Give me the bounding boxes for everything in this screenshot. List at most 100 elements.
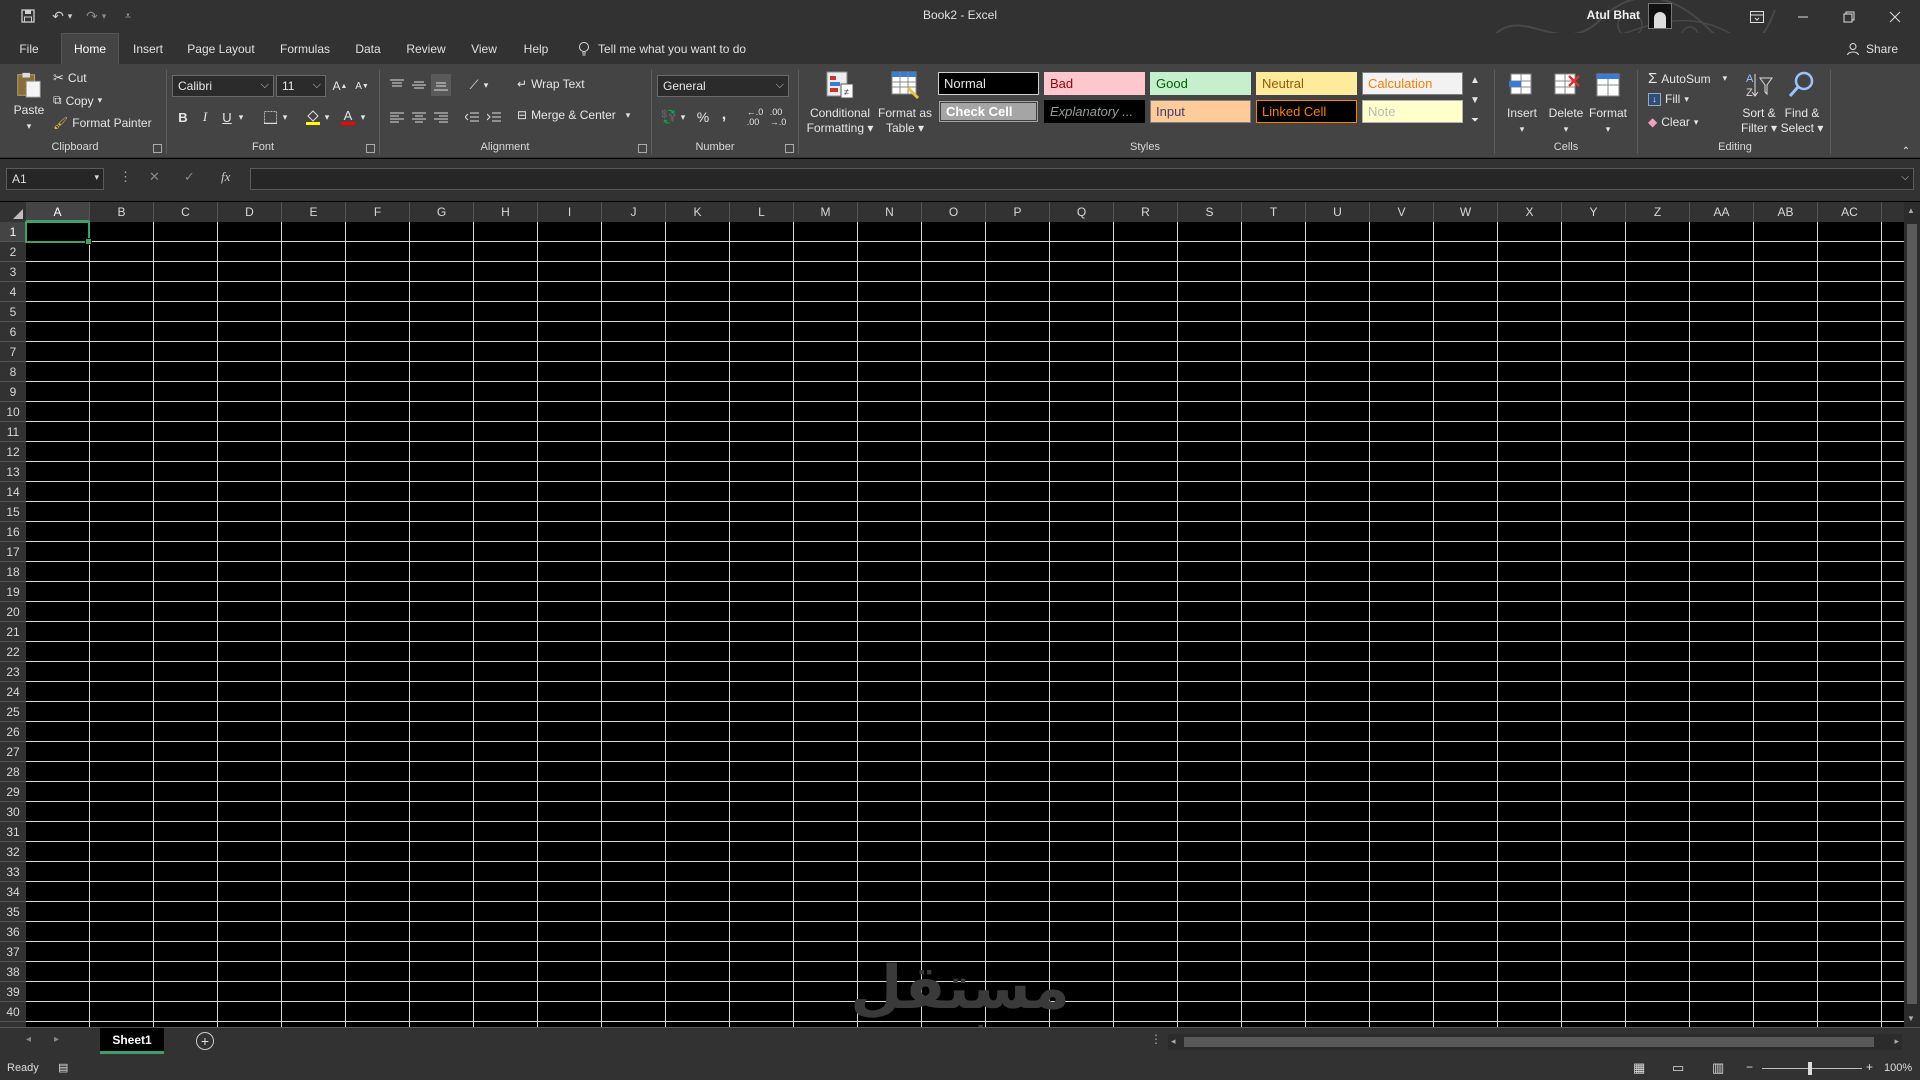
comma-style-button[interactable]: , <box>714 104 734 126</box>
row-header-38[interactable]: 38 <box>0 962 26 982</box>
cell-style-linked-cell[interactable]: Linked Cell <box>1256 100 1357 123</box>
column-header-y[interactable]: Y <box>1562 202 1626 222</box>
macro-record-icon[interactable]: ▤ <box>58 1061 68 1074</box>
row-header-9[interactable]: 9 <box>0 382 26 402</box>
row-header-32[interactable]: 32 <box>0 842 26 862</box>
format-as-table-button[interactable]: Format as Table ▾ <box>876 70 934 136</box>
font-color-dropdown-icon[interactable]: ▾ <box>358 106 368 128</box>
row-header-26[interactable]: 26 <box>0 722 26 742</box>
column-header-f[interactable]: F <box>346 202 410 222</box>
row-header-30[interactable]: 30 <box>0 802 26 822</box>
active-cell[interactable] <box>25 221 92 245</box>
tab-split-handle-icon[interactable]: ⋮ <box>1150 1032 1162 1046</box>
tab-help[interactable]: Help <box>518 33 554 64</box>
row-header-37[interactable]: 37 <box>0 942 26 962</box>
percent-style-button[interactable]: % <box>693 106 713 128</box>
scroll-left-icon[interactable]: ◂ <box>1171 1036 1176 1047</box>
font-size-select[interactable]: 11 ⌵ <box>276 75 326 97</box>
zoom-in-icon[interactable]: + <box>1866 1060 1873 1074</box>
column-header-p[interactable]: P <box>986 202 1050 222</box>
row-header-19[interactable]: 19 <box>0 582 26 602</box>
font-family-select[interactable]: Calibri ⌵ <box>172 75 274 97</box>
confirm-entry-icon[interactable]: ✓ <box>184 169 195 185</box>
avatar[interactable] <box>1648 3 1672 29</box>
column-header-l[interactable]: L <box>730 202 794 222</box>
row-header-35[interactable]: 35 <box>0 902 26 922</box>
column-header-w[interactable]: W <box>1434 202 1498 222</box>
column-header-g[interactable]: G <box>410 202 474 222</box>
number-launcher-icon[interactable] <box>785 144 794 153</box>
decrease-indent-icon[interactable] <box>462 106 482 128</box>
clear-button[interactable]: ◆ Clear ▾ <box>1648 115 1698 129</box>
column-header-t[interactable]: T <box>1242 202 1306 222</box>
column-header-aa[interactable]: AA <box>1690 202 1754 222</box>
row-header-1[interactable]: 1 <box>0 222 26 242</box>
row-header-29[interactable]: 29 <box>0 782 26 802</box>
italic-button[interactable]: I <box>195 106 215 128</box>
alignment-launcher-icon[interactable] <box>638 144 647 153</box>
fill-color-icon[interactable] <box>303 106 323 128</box>
decrease-font-icon[interactable]: A ▼ <box>352 75 372 97</box>
ribbon-display-options-icon[interactable] <box>1734 0 1780 33</box>
orientation-dropdown-icon[interactable]: ▾ <box>481 74 491 96</box>
format-painter-button[interactable]: 🖌 Format Painter <box>53 116 152 130</box>
share-button[interactable]: Share <box>1846 33 1898 64</box>
row-header-21[interactable]: 21 <box>0 622 26 642</box>
column-header-j[interactable]: J <box>602 202 666 222</box>
merge-center-button[interactable]: ⊟ Merge & Center ▾ <box>517 108 630 122</box>
cell-style-calculation[interactable]: Calculation <box>1362 72 1463 95</box>
cell-style-neutral[interactable]: Neutral <box>1256 72 1357 95</box>
row-header-17[interactable]: 17 <box>0 542 26 562</box>
row-header-12[interactable]: 12 <box>0 442 26 462</box>
increase-indent-icon[interactable] <box>484 106 504 128</box>
align-top-icon[interactable] <box>387 74 407 96</box>
tab-data[interactable]: Data <box>352 33 384 64</box>
fill-color-dropdown-icon[interactable]: ▾ <box>322 106 332 128</box>
page-layout-view-icon[interactable]: ▭ <box>1672 1060 1684 1076</box>
vertical-scroll-thumb[interactable] <box>1907 224 1917 1004</box>
column-header-s[interactable]: S <box>1178 202 1242 222</box>
styles-scroll-up-icon[interactable]: ▲ <box>1466 72 1484 88</box>
underline-dropdown-icon[interactable]: ▾ <box>236 106 246 128</box>
column-header-q[interactable]: Q <box>1050 202 1114 222</box>
cell-style-bad[interactable]: Bad <box>1044 72 1145 95</box>
column-header-d[interactable]: D <box>218 202 282 222</box>
row-header-31[interactable]: 31 <box>0 822 26 842</box>
row-header-34[interactable]: 34 <box>0 882 26 902</box>
row-header-27[interactable]: 27 <box>0 742 26 762</box>
normal-view-icon[interactable]: ▦ <box>1633 1060 1645 1076</box>
tab-formulas[interactable]: Formulas <box>275 33 335 64</box>
restore-icon[interactable] <box>1826 0 1872 33</box>
align-bottom-icon[interactable] <box>431 74 451 96</box>
clipboard-launcher-icon[interactable] <box>153 144 162 153</box>
cancel-entry-icon[interactable]: ✕ <box>149 169 160 185</box>
sheet-tab-sheet1[interactable]: Sheet1 <box>100 1028 164 1054</box>
column-header-n[interactable]: N <box>858 202 922 222</box>
row-header-18[interactable]: 18 <box>0 562 26 582</box>
row-header-22[interactable]: 22 <box>0 642 26 662</box>
column-header-r[interactable]: R <box>1114 202 1178 222</box>
row-header-20[interactable]: 20 <box>0 602 26 622</box>
align-left-icon[interactable] <box>387 106 407 128</box>
format-cells-button[interactable]: Format ▾ <box>1586 70 1630 137</box>
underline-button[interactable]: U <box>217 106 237 128</box>
name-box[interactable]: A1 ▾ <box>6 168 104 190</box>
align-center-icon[interactable] <box>409 106 429 128</box>
row-header-40[interactable]: 40 <box>0 1002 26 1022</box>
scroll-right-icon[interactable]: ▸ <box>1894 1036 1899 1047</box>
row-header-6[interactable]: 6 <box>0 322 26 342</box>
borders-dropdown-icon[interactable]: ▾ <box>280 106 290 128</box>
row-header-8[interactable]: 8 <box>0 362 26 382</box>
user-name[interactable]: Atul Bhat <box>1587 8 1640 22</box>
insert-cells-button[interactable]: Insert ▾ <box>1500 70 1544 137</box>
sort-filter-button[interactable]: AZ Sort & Filter ▾ <box>1735 70 1783 136</box>
zoom-out-icon[interactable]: − <box>1746 1060 1753 1074</box>
font-launcher-icon[interactable] <box>366 144 375 153</box>
paste-button[interactable]: Paste ▾ <box>10 70 48 134</box>
tab-view[interactable]: View <box>466 33 502 64</box>
row-header-24[interactable]: 24 <box>0 682 26 702</box>
row-header-36[interactable]: 36 <box>0 922 26 942</box>
wrap-text-button[interactable]: ↵ Wrap Text <box>517 77 585 91</box>
row-header-15[interactable]: 15 <box>0 502 26 522</box>
column-header-x[interactable]: X <box>1498 202 1562 222</box>
